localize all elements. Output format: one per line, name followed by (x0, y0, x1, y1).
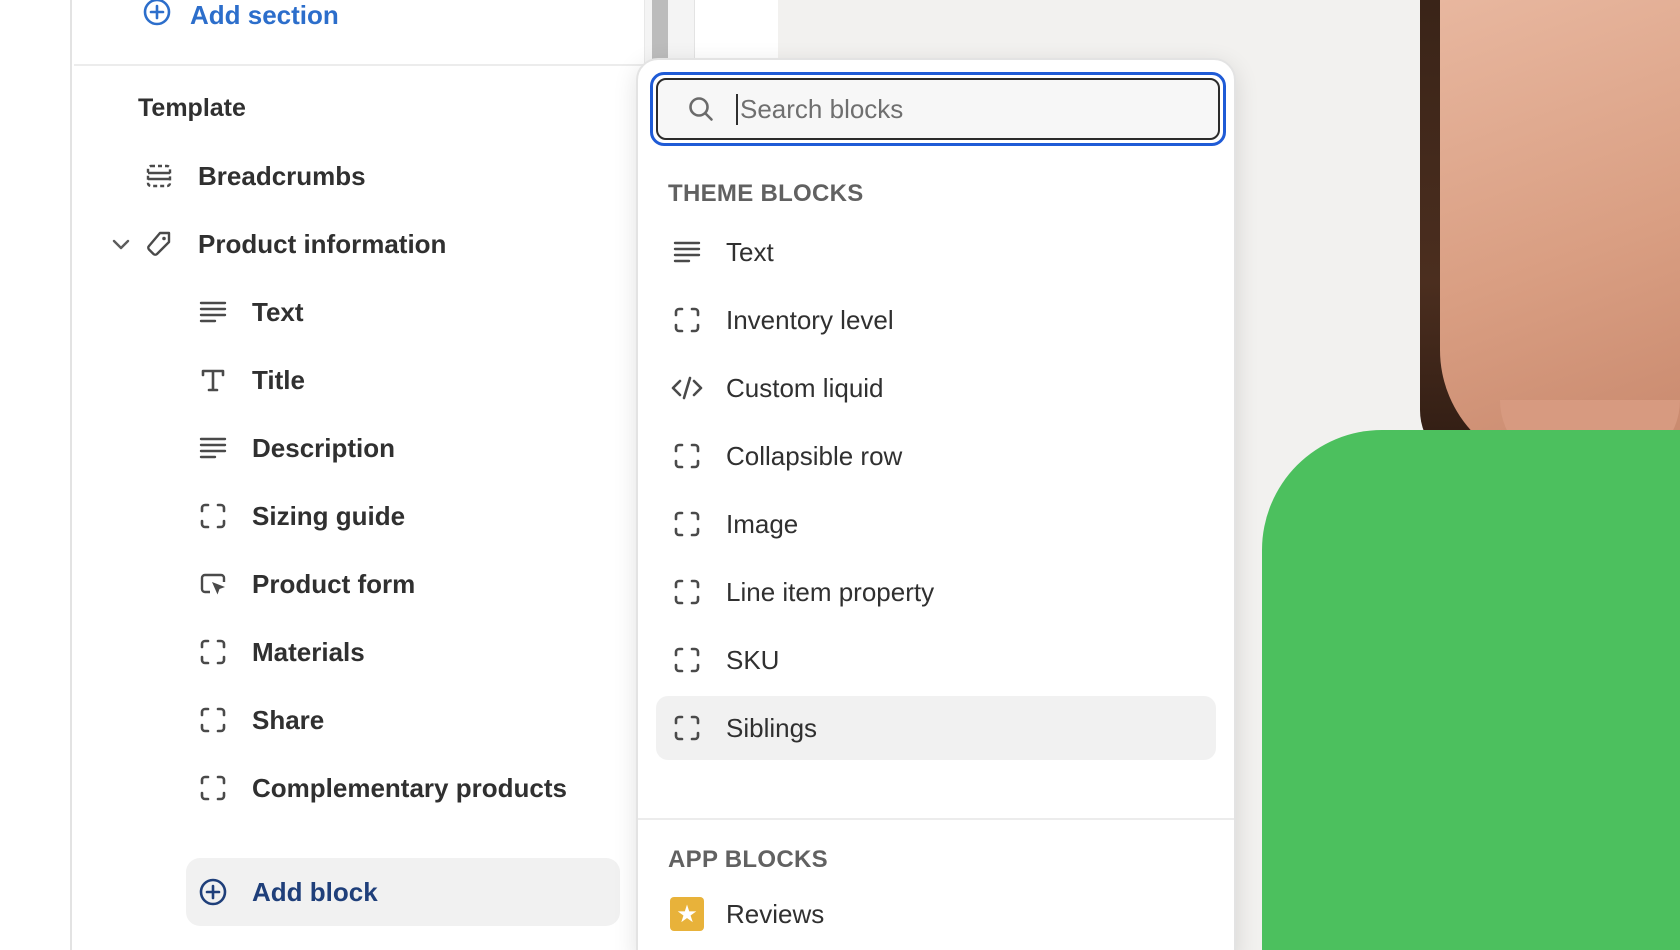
tag-icon (142, 227, 176, 261)
search-icon (686, 94, 716, 124)
chevron-down-icon[interactable] (108, 231, 134, 257)
block-item-label: Product form (252, 568, 416, 599)
dashed-block-icon (670, 575, 704, 609)
block-item-share[interactable]: Share (196, 688, 324, 752)
dashed-block-icon (196, 499, 230, 533)
search-blocks-input[interactable] (736, 93, 1176, 125)
add-block-label: Add block (252, 876, 378, 907)
text-lines-icon (196, 431, 230, 465)
block-item-label: Description (252, 432, 396, 463)
block-item-sizing-guide[interactable]: Sizing guide (196, 484, 405, 548)
theme-block-label: Inventory level (726, 304, 894, 335)
search-focus-ring (650, 72, 1226, 146)
sidebar-divider (74, 64, 644, 66)
product-image-green-shirt (1262, 430, 1680, 950)
theme-block-label: Siblings (726, 712, 818, 743)
dashed-block-icon (196, 703, 230, 737)
block-item-label: Text (252, 296, 304, 327)
dashed-block-icon (196, 635, 230, 669)
dashed-block-icon (196, 771, 230, 805)
add-block-button[interactable]: Add block (186, 858, 620, 926)
scrollbar-thumb[interactable] (652, 0, 668, 64)
app-block-reviews[interactable]: ★ Reviews (656, 882, 1216, 946)
sidebar-item-product-information[interactable]: Product information (112, 212, 447, 276)
block-item-description[interactable]: Description (196, 416, 395, 480)
theme-block-label: SKU (726, 644, 780, 675)
section-layout-icon (142, 159, 176, 193)
theme-block-image[interactable]: Image (656, 492, 1216, 556)
search-box[interactable] (656, 78, 1220, 140)
code-icon (670, 371, 704, 405)
text-lines-icon (196, 295, 230, 329)
sidebar-item-breadcrumbs[interactable]: Breadcrumbs (142, 144, 366, 208)
block-item-materials[interactable]: Materials (196, 620, 365, 684)
theme-block-collapsible-row[interactable]: Collapsible row (656, 424, 1216, 488)
theme-block-siblings[interactable]: Siblings (656, 696, 1216, 760)
block-item-product-form[interactable]: Product form (196, 552, 415, 616)
theme-block-custom-liquid[interactable]: Custom liquid (656, 356, 1216, 420)
theme-blocks-heading: THEME BLOCKS (668, 180, 864, 207)
add-section-label: Add section (190, 0, 339, 30)
block-item-label: Materials (252, 636, 365, 667)
text-lines-icon (670, 235, 704, 269)
block-item-complementary-products[interactable]: Complementary products (196, 756, 567, 820)
block-item-label: Title (252, 364, 305, 395)
app-block-label: Reviews (726, 898, 825, 929)
theme-block-line-item-property[interactable]: Line item property (656, 560, 1216, 624)
block-item-label: Share (252, 704, 325, 735)
block-item-title[interactable]: Title (196, 348, 305, 412)
editor-left-gutter (0, 0, 72, 950)
dashed-block-icon (670, 643, 704, 677)
theme-block-inventory-level[interactable]: Inventory level (656, 288, 1216, 352)
block-item-label: Sizing guide (252, 500, 406, 531)
theme-block-label: Text (726, 236, 774, 267)
theme-block-sku[interactable]: SKU (656, 628, 1216, 692)
popover-divider (638, 818, 1234, 820)
theme-block-label: Custom liquid (726, 372, 884, 403)
cursor-form-icon (196, 567, 230, 601)
theme-block-label: Line item property (726, 576, 935, 607)
dashed-block-icon (670, 439, 704, 473)
title-t-icon (196, 363, 230, 397)
dashed-block-icon (670, 303, 704, 337)
dashed-block-icon (670, 711, 704, 745)
block-item-label: Complementary products (252, 772, 567, 803)
add-section-button[interactable]: Add section (142, 0, 339, 30)
sidebar-item-label: Breadcrumbs (198, 160, 366, 191)
theme-block-text[interactable]: Text (656, 220, 1216, 284)
theme-block-label: Image (726, 508, 799, 539)
app-blocks-heading: APP BLOCKS (668, 846, 828, 873)
block-picker-popover: THEME BLOCKS Text Inventory level Custom… (636, 58, 1236, 950)
template-heading: Template (138, 94, 246, 122)
dashed-block-icon (670, 507, 704, 541)
plus-circle-icon (142, 0, 172, 34)
plus-circle-icon (196, 875, 230, 909)
theme-block-label: Collapsible row (726, 440, 903, 471)
block-item-text[interactable]: Text (196, 280, 304, 344)
sidebar-item-label: Product information (198, 228, 447, 259)
star-icon: ★ (670, 897, 704, 931)
